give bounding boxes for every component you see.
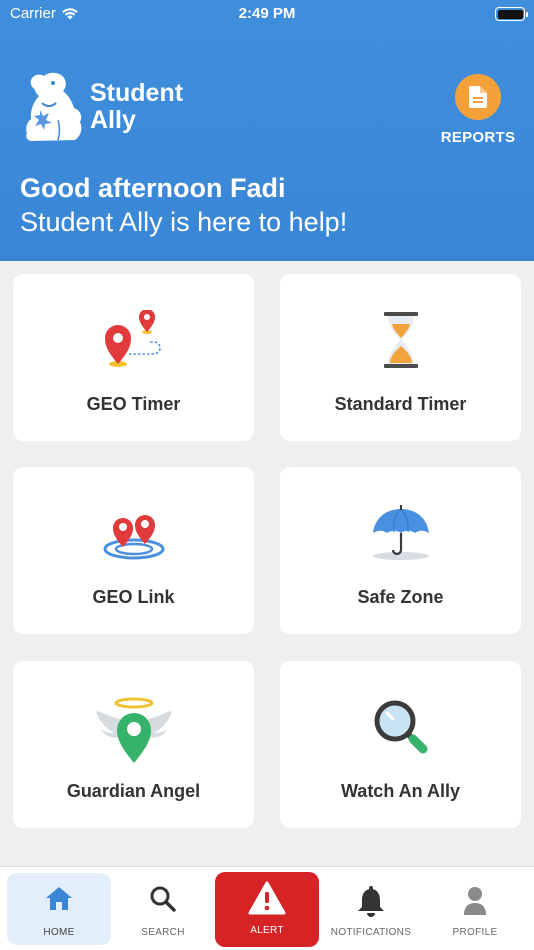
hourglass-icon bbox=[383, 312, 418, 368]
reports-button[interactable]: REPORTS bbox=[437, 74, 519, 149]
tab-notifications[interactable]: NOTIFICATIONS bbox=[319, 873, 423, 945]
card-label: GEO Timer bbox=[86, 394, 181, 414]
tab-label: SEARCH bbox=[141, 927, 185, 938]
tab-alert[interactable]: ALERT bbox=[215, 872, 319, 947]
student-ally-dog-logo bbox=[26, 72, 82, 141]
tab-home[interactable]: HOME bbox=[7, 873, 111, 945]
card-standard-timer[interactable]: Standard Timer bbox=[280, 274, 521, 441]
card-label: Guardian Angel bbox=[66, 781, 201, 801]
guardian-angel-icon bbox=[95, 697, 172, 763]
tab-label: HOME bbox=[43, 927, 75, 938]
card-guardian-angel[interactable]: Guardian Angel bbox=[13, 661, 254, 828]
brand-line-1: Student bbox=[90, 79, 184, 107]
greeting: Good afternoon Fadi bbox=[20, 173, 286, 203]
document-icon bbox=[469, 86, 487, 108]
magnifier-icon bbox=[374, 700, 427, 754]
card-safe-zone[interactable]: Safe Zone bbox=[280, 467, 521, 634]
home-icon bbox=[46, 887, 72, 910]
reports-label: REPORTS bbox=[440, 129, 516, 146]
brand-line-2: Ally bbox=[90, 106, 136, 134]
battery-icon bbox=[495, 7, 528, 21]
card-label: Standard Timer bbox=[334, 394, 467, 414]
card-label: GEO Link bbox=[92, 587, 175, 607]
status-bar: Carrier 2:49 PM bbox=[0, 0, 534, 30]
bell-icon bbox=[358, 886, 384, 917]
search-icon bbox=[150, 886, 176, 912]
reports-circle bbox=[455, 74, 501, 120]
tab-label: ALERT bbox=[250, 925, 284, 936]
subgreeting: Student Ally is here to help! bbox=[20, 207, 348, 237]
card-geo-timer[interactable]: GEO Timer bbox=[13, 274, 254, 441]
person-icon bbox=[464, 887, 486, 915]
alert-icon bbox=[248, 881, 286, 915]
clock: 2:49 PM bbox=[238, 5, 296, 22]
tab-label: PROFILE bbox=[452, 927, 498, 938]
brand-name: Student Ally bbox=[90, 80, 183, 134]
app-header: Carrier 2:49 PM Student Ally REPORTS Goo… bbox=[0, 0, 534, 261]
tab-bar: HOME SEARCH ALERT NOTIFICATIONS PROFILE bbox=[0, 866, 534, 950]
geo-timer-icon bbox=[104, 310, 161, 367]
tab-profile[interactable]: PROFILE bbox=[423, 873, 527, 945]
tab-search[interactable]: SEARCH bbox=[111, 873, 215, 945]
umbrella-icon bbox=[372, 505, 429, 560]
geo-link-icon bbox=[103, 515, 164, 560]
card-label: Watch An Ally bbox=[340, 781, 460, 801]
card-label: Safe Zone bbox=[357, 587, 444, 607]
card-watch-an-ally[interactable]: Watch An Ally bbox=[280, 661, 521, 828]
tab-label: NOTIFICATIONS bbox=[330, 927, 412, 938]
card-geo-link[interactable]: GEO Link bbox=[13, 467, 254, 634]
